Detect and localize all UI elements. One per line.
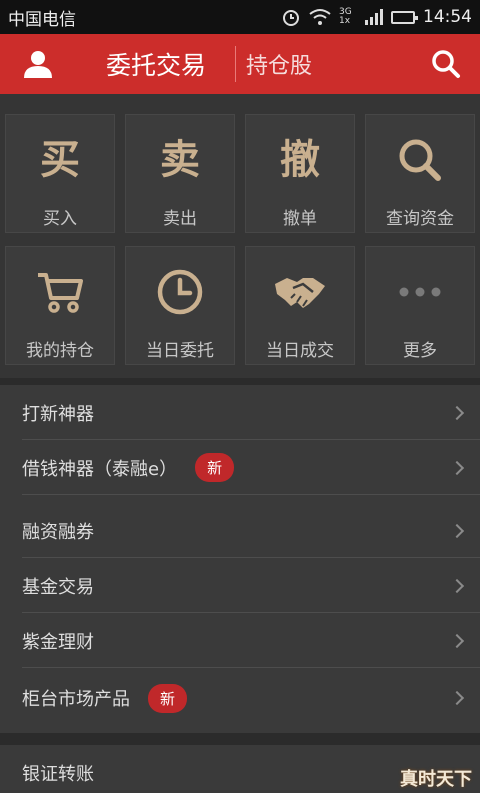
tile-today-orders[interactable]: 当日委托 bbox=[125, 246, 235, 365]
new-badge: 新 bbox=[195, 453, 235, 482]
tab-entrust-trade[interactable]: 委托交易 bbox=[106, 34, 206, 94]
search-icon[interactable] bbox=[430, 48, 462, 80]
wifi-icon bbox=[309, 9, 331, 25]
menu-item-label: 紫金理财 bbox=[22, 631, 94, 653]
menu-item-label: 柜台市场产品 bbox=[22, 689, 130, 710]
tile-label: 更多 bbox=[403, 341, 437, 361]
chevron-right-icon bbox=[449, 690, 465, 706]
clock-icon bbox=[126, 267, 234, 317]
user-icon bbox=[24, 51, 52, 78]
divider bbox=[22, 494, 480, 495]
menu-item-zijin-finance[interactable]: 紫金理财 bbox=[0, 613, 480, 668]
menu-list: 打新神器 借钱神器（泰融e） 新 融资融券 基金交易 紫金理财 柜台市场产品 新 bbox=[0, 385, 480, 733]
search-icon bbox=[366, 135, 474, 185]
alarm-icon bbox=[283, 10, 299, 26]
cancel-glyph: 撤 bbox=[280, 137, 320, 183]
handshake-icon bbox=[246, 267, 354, 317]
more-dots-icon bbox=[366, 267, 474, 317]
menu-item-label: 借钱神器（泰融e） bbox=[22, 458, 178, 480]
menu-item-otc-products[interactable]: 柜台市场产品 新 bbox=[0, 668, 480, 728]
tile-today-deals[interactable]: 当日成交 bbox=[245, 246, 355, 365]
function-grid: 买 买入 卖 卖出 撤 撤单 查询资金 我的持仓 当日委托 当日成交 更多 bbox=[0, 94, 480, 378]
tile-cancel[interactable]: 撤 撤单 bbox=[245, 114, 355, 233]
chevron-right-icon bbox=[449, 578, 465, 593]
watermark: 真时天下 bbox=[400, 769, 472, 790]
chevron-right-icon bbox=[449, 633, 465, 648]
menu-item-label: 基金交易 bbox=[22, 576, 94, 598]
carrier-name: 中国电信 bbox=[8, 9, 76, 30]
menu-item-borrow-tool[interactable]: 借钱神器（泰融e） 新 bbox=[0, 440, 480, 495]
tile-label: 当日委托 bbox=[146, 341, 214, 361]
menu-item-margin-trading[interactable]: 融资融券 bbox=[0, 503, 480, 558]
menu-item-label: 打新神器 bbox=[22, 403, 94, 425]
menu-item-fund-trading[interactable]: 基金交易 bbox=[0, 558, 480, 613]
tile-query-funds[interactable]: 查询资金 bbox=[365, 114, 475, 233]
new-badge: 新 bbox=[148, 683, 188, 713]
tile-label: 撤单 bbox=[283, 209, 317, 229]
chevron-right-icon bbox=[449, 523, 465, 538]
tile-sell[interactable]: 卖 卖出 bbox=[125, 114, 235, 233]
tile-buy[interactable]: 买 买入 bbox=[5, 114, 115, 233]
menu-item-label: 银证转账 bbox=[22, 763, 94, 785]
tile-label: 查询资金 bbox=[386, 209, 454, 229]
header-divider bbox=[235, 46, 236, 82]
status-bar: 中国电信 3G 1x 14:54 bbox=[0, 0, 480, 34]
tile-label: 我的持仓 bbox=[26, 341, 94, 361]
menu-item-label: 融资融券 bbox=[22, 521, 94, 543]
status-icons: 3G 1x 14:54 bbox=[281, 7, 472, 27]
menu-item-ipo-tool[interactable]: 打新神器 bbox=[0, 385, 480, 440]
user-button[interactable] bbox=[0, 34, 76, 94]
tile-label: 当日成交 bbox=[266, 341, 334, 361]
buy-glyph: 买 bbox=[40, 137, 80, 183]
tile-label: 买入 bbox=[43, 209, 77, 229]
tile-label: 卖出 bbox=[163, 209, 197, 229]
cart-icon bbox=[6, 267, 114, 317]
tab-holdings[interactable]: 持仓股 bbox=[246, 34, 312, 94]
clock-time: 14:54 bbox=[423, 7, 472, 27]
network-type: 3G 1x bbox=[339, 7, 352, 26]
signal-icon bbox=[365, 9, 383, 25]
app-header: 委托交易 持仓股 bbox=[0, 34, 480, 94]
battery-icon bbox=[391, 10, 418, 24]
chevron-right-icon bbox=[449, 460, 465, 475]
tile-my-holdings[interactable]: 我的持仓 bbox=[5, 246, 115, 365]
tile-more[interactable]: 更多 bbox=[365, 246, 475, 365]
sell-glyph: 卖 bbox=[160, 137, 200, 183]
chevron-right-icon bbox=[449, 405, 465, 420]
